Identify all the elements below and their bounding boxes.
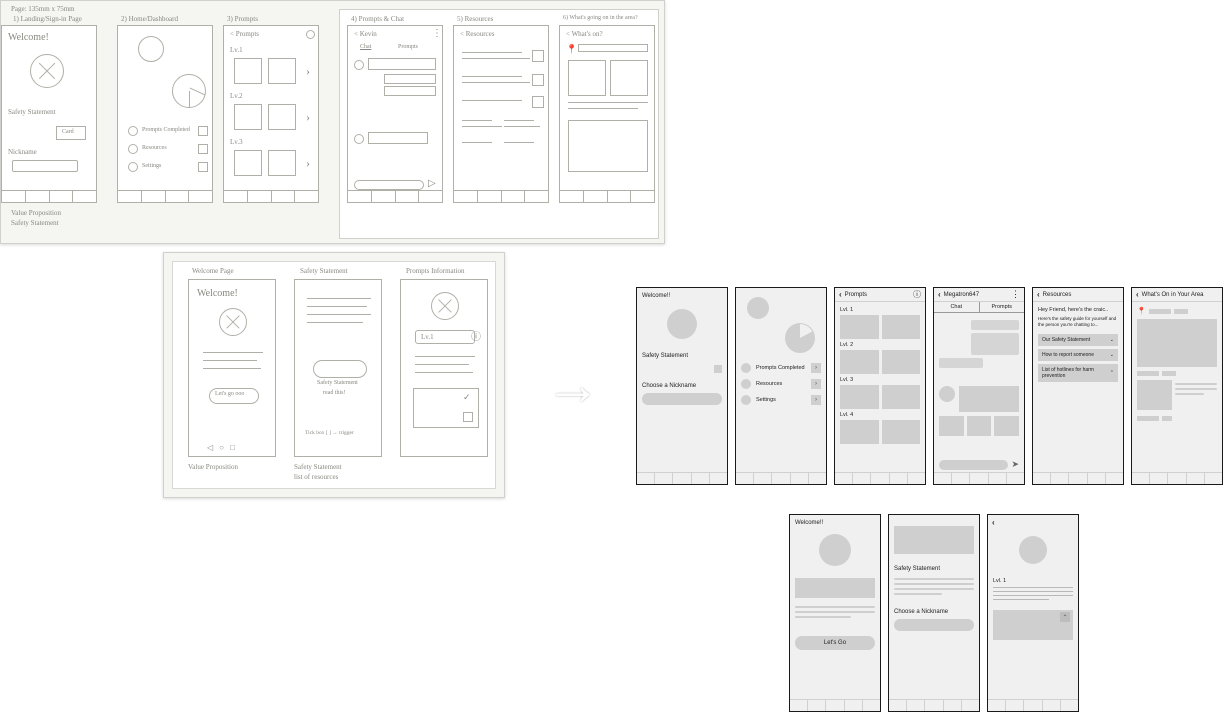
x-circle-icon	[431, 292, 459, 320]
accordion-report[interactable]: How to report someone⌄	[1038, 349, 1118, 361]
nickname-label: Choose a Nickname	[642, 383, 722, 389]
sketch-heading: 4) Prompts & Chat	[351, 15, 404, 23]
chevron-right-icon: ›	[811, 395, 821, 405]
sketch-label: Safety Statement	[8, 108, 56, 116]
sketch-heading: 1) Landing/Sign-in Page	[13, 15, 82, 23]
sketch-heading: 2) Home/Dashboard	[121, 15, 178, 23]
safety-label: Safety Statement	[642, 353, 722, 359]
map-placeholder[interactable]	[1137, 319, 1217, 367]
back-icon[interactable]: ‹	[1136, 290, 1139, 299]
chevron-up-icon: ⌃	[1110, 370, 1114, 376]
chevron-right-icon: ›	[811, 363, 821, 373]
sketch-label: Nickname	[8, 148, 37, 156]
sketch-panel-welcome: Welcome! Let's go ooo ◁ ○ □	[188, 279, 276, 457]
level-4-cards[interactable]	[840, 420, 920, 444]
x-circle-icon	[30, 54, 64, 88]
mock-prompts: ‹ Prompts ⓘ Lvl. 1 Lvl. 2 Lvl. 3 Lvl. 4	[834, 287, 926, 485]
kebab-menu-icon[interactable]: ⋮	[1011, 289, 1020, 300]
mock-chat: ‹ Megatron647 ⋮ Chat Prompts ➤	[933, 287, 1025, 485]
menu-settings[interactable]: Settings›	[741, 395, 821, 405]
sketch-photo-top: Page: 135mm x 75mm 1) Landing/Sign-in Pa…	[0, 0, 665, 244]
sketch-photo-mid: Welcome Page Welcome! Let's go ooo ◁ ○ □…	[163, 252, 505, 498]
sketch-panel-6: < What's on? 📍	[559, 25, 655, 203]
sketch-heading: 5) Resources	[457, 15, 493, 23]
level-3-cards[interactable]	[840, 385, 920, 409]
resources-tagline: Hey Friend, here's the craic..	[1038, 307, 1118, 313]
lets-go-button[interactable]: Let's Go	[795, 636, 875, 650]
chevron-down-icon: ⌄	[1110, 352, 1114, 358]
sketch-note: Safety Statement	[294, 463, 342, 471]
pie-chart-icon	[785, 323, 815, 353]
welcome-title: Welcome!!	[642, 293, 722, 299]
sketch-heading: 3) Prompts	[227, 15, 258, 23]
sketch-heading: 6) What's going on in the area?	[563, 15, 638, 21]
tab-prompts[interactable]: Prompts	[980, 302, 1025, 312]
accordion-safety[interactable]: Our Safety Statement⌄	[1038, 334, 1118, 346]
chat-contact-name: Megatron647	[944, 292, 979, 298]
header-title: Resources	[1043, 292, 1072, 298]
sketch-panel-2: Prompts Completed Resources Settings	[117, 25, 213, 203]
mock-whats-on: ‹ What's On in Your Area 📍	[1131, 287, 1223, 485]
sketch-note: Value Proposition	[11, 209, 61, 217]
nickname-input[interactable]	[894, 619, 974, 631]
back-icon[interactable]: ‹	[992, 518, 995, 527]
sketch-panel-safety: Safety Statement read this! Tick box [ ]…	[294, 279, 382, 457]
sketch-note: list of resources	[294, 473, 338, 481]
back-icon[interactable]: ‹	[1037, 290, 1040, 299]
pin-icon: 📍	[1137, 307, 1146, 315]
sketch-note: Value Proposition	[188, 463, 238, 471]
menu-prompts-completed[interactable]: Prompts Completed›	[741, 363, 821, 373]
mock-prompt-detail: ‹ Lvl. 1 ⌃	[987, 514, 1079, 712]
resources-sub: Here's the safety guide for yourself and…	[1038, 316, 1118, 328]
sketch-heading: Safety Statement	[300, 267, 348, 275]
accordion-hotlines[interactable]: List of hotlines for harm prevention⌃	[1038, 364, 1118, 382]
mock-welcome-v2: Welcome!! Let's Go	[789, 514, 881, 712]
tab-chat[interactable]: Chat	[934, 302, 980, 312]
sketch-heading: Welcome Page	[192, 267, 234, 275]
chevron-down-icon: ⌄	[1110, 337, 1114, 343]
message-input[interactable]	[939, 460, 1008, 470]
mock-safety-v2: Safety Statement Choose a Nickname	[888, 514, 980, 712]
sketch-note: Safety Statement	[11, 219, 59, 227]
header-title: Prompts	[845, 292, 867, 298]
x-circle-icon	[219, 308, 247, 336]
nickname-input[interactable]	[642, 393, 722, 405]
mock-resources: ‹ Resources Hey Friend, here's the craic…	[1032, 287, 1124, 485]
sketch-panel-4: < Kevin ⋮ Chat Prompts ▷	[347, 25, 443, 203]
info-icon[interactable]: ⓘ	[913, 289, 921, 300]
back-icon[interactable]: ‹	[839, 290, 842, 299]
header-title: What's On in Your Area	[1142, 292, 1204, 298]
send-icon[interactable]: ➤	[1011, 459, 1019, 470]
sketch-note: Page: 135mm x 75mm	[11, 5, 75, 13]
nickname-label: Choose a Nickname	[894, 609, 974, 615]
chevron-up-icon[interactable]: ⌃	[1060, 612, 1070, 622]
arrow-right-icon: →	[545, 352, 601, 417]
safety-label: Safety Statement	[894, 566, 974, 572]
chevron-right-icon: ›	[811, 379, 821, 389]
sketch-label: Card	[62, 129, 74, 135]
back-icon[interactable]: ‹	[938, 290, 941, 299]
sketch-label: Welcome!	[8, 32, 49, 43]
sketch-panel-1: Welcome! Safety Statement Card Nickname	[1, 25, 97, 203]
sketch-panel-promptinfo: Lv.1 ⓘ ✓	[400, 279, 488, 457]
mock-welcome: Welcome!! Safety Statement Choose a Nick…	[636, 287, 728, 485]
level-2-cards[interactable]	[840, 350, 920, 374]
sketch-panel-3: < Prompts Lv.1 › Lv.2 › Lv.3 ›	[223, 25, 319, 203]
menu-resources[interactable]: Resources›	[741, 379, 821, 389]
sketch-heading: Prompts Information	[406, 267, 465, 275]
level-label: Lvl. 1	[993, 578, 1073, 584]
level-1-cards[interactable]	[840, 315, 920, 339]
sketch-panel-5: < Resources	[453, 25, 549, 203]
welcome-title: Welcome!!	[795, 520, 875, 526]
mock-dashboard: Prompts Completed› Resources› Settings›	[735, 287, 827, 485]
